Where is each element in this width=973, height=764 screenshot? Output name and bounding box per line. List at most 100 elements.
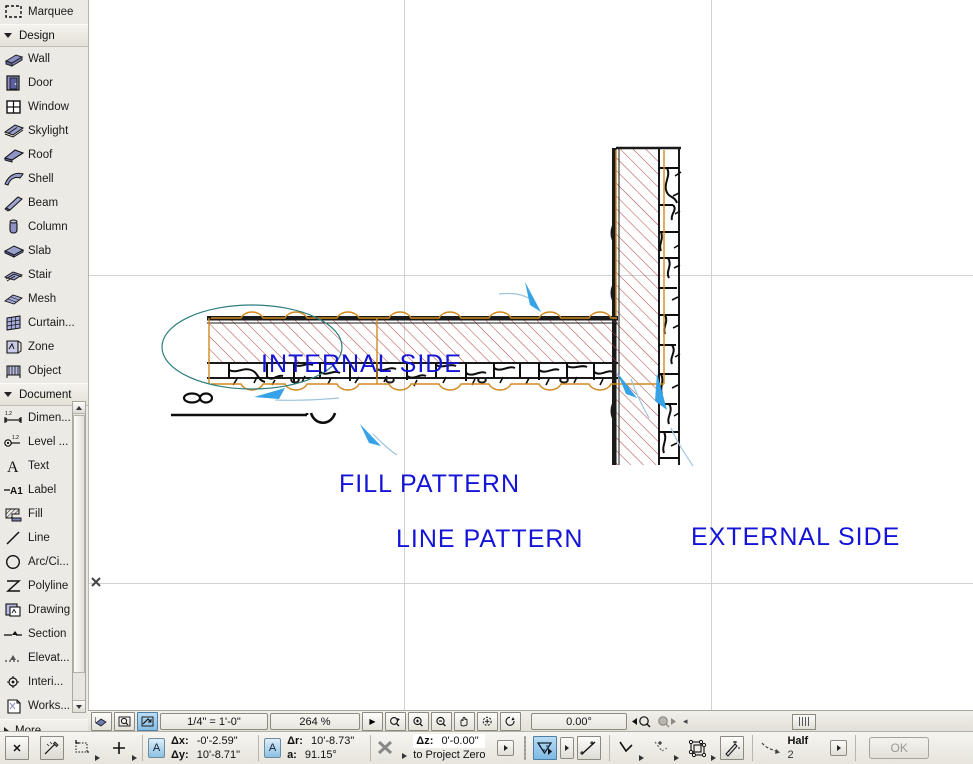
elevation-reference-dropdown[interactable] xyxy=(497,740,514,756)
show-3d-icon[interactable] xyxy=(91,712,112,731)
splitter-grip[interactable] xyxy=(792,714,816,730)
coordinate-box-icon[interactable] xyxy=(71,737,93,759)
collapse-statusbar-icon[interactable]: ◂ xyxy=(683,716,688,727)
toolbar-drag-dots[interactable] xyxy=(524,736,526,760)
magic-wand-polygon-icon[interactable] xyxy=(533,736,557,760)
origin-plus-icon[interactable] xyxy=(108,737,130,759)
scale-field[interactable]: 1/4" = 1'-0" xyxy=(160,713,268,730)
geometry-method-icon[interactable] xyxy=(577,736,601,760)
tracker-value[interactable]: 91.15° xyxy=(305,749,337,761)
toolbox-item-label: Door xyxy=(25,77,53,89)
orbit-icon[interactable] xyxy=(500,712,521,731)
tracker-key: Δx: xyxy=(171,735,189,747)
cartesian-toggle[interactable]: A xyxy=(148,738,165,758)
snap-divisions-dropdown[interactable] xyxy=(830,740,847,756)
polyline-icon xyxy=(3,576,25,596)
ok-button[interactable]: OK xyxy=(869,737,929,759)
toolbox-group-more[interactable]: More xyxy=(0,719,88,731)
geometry-method-dropdown[interactable] xyxy=(560,737,574,759)
elevation-dropdown-icon[interactable] xyxy=(402,753,407,759)
tracker-row: Δx: -0'-2.59" xyxy=(171,734,240,748)
snap-point-icon[interactable] xyxy=(615,737,637,759)
close-tracker-button[interactable]: ✕ xyxy=(5,736,29,760)
zoom-statusbar[interactable]: 1/4" = 1'-0" 264 % ▶ 0.00° ◂ xyxy=(88,710,973,733)
toolbox-item-window[interactable]: Window xyxy=(0,95,88,119)
zoom-out-icon[interactable] xyxy=(431,712,452,731)
polar-toggle[interactable]: A xyxy=(264,738,281,758)
stair-icon xyxy=(3,265,25,285)
elevation-icon xyxy=(3,648,25,668)
toolbox-item-object[interactable]: Object xyxy=(0,359,88,383)
svg-text:1.2: 1.2 xyxy=(12,435,19,441)
zoom-percent-field[interactable]: 264 % xyxy=(270,713,360,730)
toolbox-item-slab[interactable]: Slab xyxy=(0,239,88,263)
arrow-down-icon xyxy=(76,705,82,709)
triangle-right-icon xyxy=(837,745,841,751)
toolbox-item-wall[interactable]: Wall xyxy=(0,47,88,71)
toolbox-item-column[interactable]: Column xyxy=(0,215,88,239)
level-dimension-icon: 1.2 xyxy=(3,432,25,452)
toolbox-palette[interactable]: Marquee Design Wall xyxy=(0,0,89,731)
magic-wand-icon[interactable] xyxy=(720,736,744,760)
scroll-up-button[interactable] xyxy=(73,402,85,414)
triangle-right-icon: ▶ xyxy=(369,717,375,726)
zoom-plus-minus-icon[interactable] xyxy=(385,712,406,731)
toolbox-item-shell[interactable]: Shell xyxy=(0,167,88,191)
toolbox-item-zone[interactable]: Zone xyxy=(0,335,88,359)
scrollbar-thumb[interactable] xyxy=(73,415,85,673)
snap-grid-dropdown-icon[interactable] xyxy=(711,755,716,761)
toolbox-scrollbar[interactable] xyxy=(72,401,86,713)
drawing-icon xyxy=(3,600,25,620)
origin-dropdown-icon[interactable] xyxy=(132,755,137,761)
drawing-canvas[interactable]: INTERNAL SIDE FILL PATTERN LINE PATTERN … xyxy=(88,0,973,710)
zoom-in-icon[interactable] xyxy=(408,712,429,731)
zoom-previous-icon[interactable] xyxy=(631,715,653,728)
snap-guide-dropdown-icon[interactable] xyxy=(674,755,679,761)
zoom-area-icon[interactable] xyxy=(114,712,135,731)
scroll-down-button[interactable] xyxy=(73,700,85,712)
tracker-value[interactable]: 10'-8.73" xyxy=(311,735,354,747)
pan-hand-icon[interactable] xyxy=(454,712,475,731)
snap-divisions-label: Half xyxy=(787,734,808,748)
toolbox-group-label: Document xyxy=(12,389,71,401)
tracker-value[interactable]: 0'-0.00" xyxy=(441,735,478,747)
toolbox-item-skylight[interactable]: Skylight xyxy=(0,119,88,143)
elevation-origin-icon[interactable] xyxy=(376,738,400,758)
coordinate-tracker-bar[interactable]: ✕ A Δx: -0'-2.59" Δy: 10'-8.71" xyxy=(0,731,973,764)
toolbox-item-curtain-wall[interactable]: Curtain... xyxy=(0,311,88,335)
toolbox-group-design[interactable]: Design xyxy=(0,24,88,47)
tracker-value[interactable]: 10'-8.71" xyxy=(197,749,240,761)
fit-in-window-icon[interactable] xyxy=(477,712,498,731)
snap-divisions-icon[interactable] xyxy=(758,737,784,759)
toolbox-item-label: Fill xyxy=(25,508,43,520)
tracker-group-polar[interactable]: A Δr: 10'-8.73" a: 91.15° xyxy=(264,734,354,762)
column-icon xyxy=(3,217,25,237)
toolbox-item-door[interactable]: Door xyxy=(0,71,88,95)
toolbox-item-roof[interactable]: Roof xyxy=(0,143,88,167)
toolbox-item-stair[interactable]: Stair xyxy=(0,263,88,287)
tracker-row: a: 91.15° xyxy=(287,748,354,762)
snap-divisions-value[interactable]: 2 xyxy=(787,748,808,762)
tracker-group-cartesian[interactable]: A Δx: -0'-2.59" Δy: 10'-8.71" xyxy=(148,734,240,762)
tracker-settings-icon[interactable] xyxy=(40,736,64,760)
fit-in-window-icon[interactable] xyxy=(137,712,158,731)
toolbox-item-mesh[interactable]: Mesh xyxy=(0,287,88,311)
rotation-angle-field[interactable]: 0.00° xyxy=(531,713,627,730)
coordinate-box-dropdown-icon[interactable] xyxy=(95,755,100,761)
tracker-group-elevation[interactable]: Δz: 0'-0.00" to Project Zero xyxy=(376,734,514,762)
toolbox-item-label: Window xyxy=(25,101,69,113)
tracker-value[interactable]: -0'-2.59" xyxy=(197,735,238,747)
zoom-presets-button[interactable]: ▶ xyxy=(362,712,383,731)
toolbox-item-beam[interactable]: Beam xyxy=(0,191,88,215)
toolbox-item-marquee[interactable]: Marquee xyxy=(0,0,88,24)
zone-icon xyxy=(3,337,25,357)
svg-text:1.2: 1.2 xyxy=(5,411,12,417)
snap-grid-icon[interactable] xyxy=(685,737,709,759)
marquee-icon xyxy=(3,2,25,22)
zoom-next-icon[interactable] xyxy=(655,715,677,728)
snap-guide-icon[interactable] xyxy=(650,737,672,759)
beam-icon xyxy=(3,193,25,213)
toolbox-item-label: Zone xyxy=(25,341,54,353)
triangle-right-icon xyxy=(565,745,569,751)
snap-point-dropdown-icon[interactable] xyxy=(639,755,644,761)
